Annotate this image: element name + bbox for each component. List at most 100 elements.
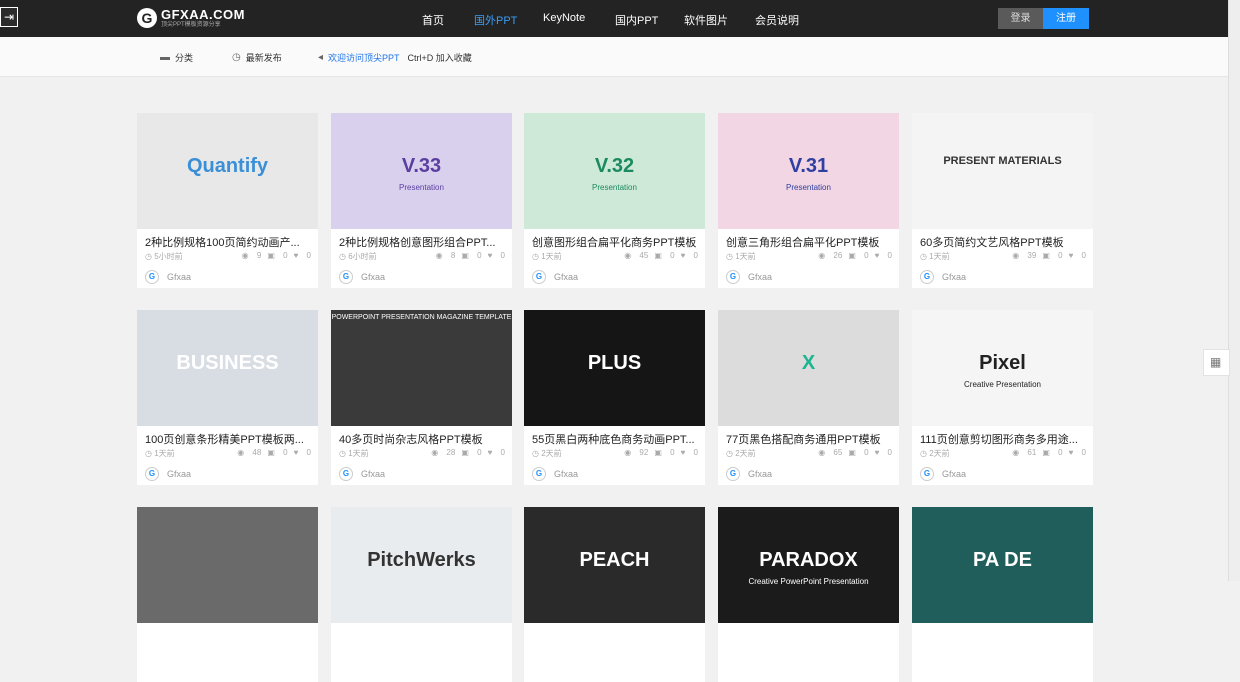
comment-icon: ▣ 0 <box>461 448 482 457</box>
thumbnail-title: V.32 <box>594 155 635 177</box>
eye-icon: ◉ 39 <box>1012 251 1037 260</box>
comment-icon: ▣ 0 <box>267 251 288 260</box>
template-thumbnail[interactable] <box>137 507 318 623</box>
card-author[interactable]: G Gfxaa <box>532 270 578 284</box>
card-author[interactable]: G Gfxaa <box>920 270 966 284</box>
logo-text: GFXAA.COM <box>161 7 245 22</box>
latest-label: 最新发布 <box>245 53 282 63</box>
bookmark-hint: Ctrl+D 加入收藏 <box>407 53 472 63</box>
template-card[interactable]: POWERPOINT PRESENTATION MAGAZINE TEMPLAT… <box>331 310 512 485</box>
card-author[interactable]: G Gfxaa <box>532 467 578 481</box>
card-title[interactable]: 60多页简约文艺风格PPT模板 <box>920 234 1088 250</box>
card-title[interactable]: 55页黑白两种底色商务动画PPT... <box>532 431 700 447</box>
template-card[interactable]: ◷ ◉ ▣ ♥ G <box>137 507 318 682</box>
thumbnail-title: PARADOX <box>759 549 858 571</box>
eye-icon: ◉ 9 <box>241 251 262 260</box>
register-button[interactable]: 注册 <box>1043 8 1089 29</box>
template-thumbnail[interactable]: Quantify <box>137 113 318 229</box>
scrollbar[interactable] <box>1228 0 1240 581</box>
eye-icon: ◉ 28 <box>431 448 456 457</box>
thumbnail-title: PitchWerks <box>367 549 476 571</box>
thumbnail-title: V.33 <box>401 155 442 177</box>
card-title[interactable]: 100页创意条形精美PPT模板两... <box>145 431 313 447</box>
card-author[interactable]: G Gfxaa <box>726 467 772 481</box>
card-author[interactable]: G Gfxaa <box>920 467 966 481</box>
template-thumbnail[interactable]: BUSINESS <box>137 310 318 426</box>
card-title[interactable]: 创意图形组合扁平化商务PPT模板 <box>532 234 700 250</box>
qr-code-icon[interactable]: ▦ <box>1203 349 1230 376</box>
top-navigation-bar: G GFXAA.COM 顶尖PPT模板资源分享 首页 国外PPT KeyNote… <box>0 0 1228 37</box>
card-author[interactable]: G Gfxaa <box>339 467 385 481</box>
latest-link[interactable]: ◷ 最新发布 <box>232 51 282 64</box>
thumbnail-title: PA DE <box>973 549 1032 571</box>
template-card[interactable]: PA DE◷ ◉ ▣ ♥ G <box>912 507 1093 682</box>
template-card[interactable]: V.32 Presentation 创意图形组合扁平化商务PPT模板 ◷ 1天前 ◉ 4… <box>524 113 705 288</box>
heart-icon: ♥ 0 <box>487 251 505 260</box>
card-title[interactable]: 创意三角形组合扁平化PPT模板 <box>726 234 894 250</box>
template-card[interactable]: PRESENT MATERIALS 60多页简约文艺风格PPT模板 ◷ 1天前 ◉ 3… <box>912 113 1093 288</box>
eye-icon: ◉ 92 <box>624 448 649 457</box>
template-thumbnail[interactable]: PEACH <box>524 507 705 623</box>
template-thumbnail[interactable]: PRESENT MATERIALS <box>912 113 1093 229</box>
card-author[interactable]: G Gfxaa <box>145 467 191 481</box>
template-card[interactable]: PARADOXCreative PowerPoint Presentation◷… <box>718 507 899 682</box>
thumbnail-subtitle: Presentation <box>592 183 637 192</box>
avatar: G <box>920 467 934 481</box>
avatar: G <box>920 270 934 284</box>
eye-icon: ◉ 48 <box>237 448 262 457</box>
eye-icon: ◉ 65 <box>818 448 843 457</box>
post-time: ◷ 2天前 <box>532 449 562 458</box>
template-card[interactable]: PEACH◷ ◉ ▣ ♥ G <box>524 507 705 682</box>
sidebar-toggle-icon[interactable]: ⇥ <box>0 7 18 27</box>
card-title[interactable]: 2种比例规格100页简约动画产... <box>145 234 313 250</box>
logo-subtitle: 顶尖PPT模板资源分享 <box>161 22 221 28</box>
template-thumbnail[interactable]: V.31 Presentation <box>718 113 899 229</box>
template-thumbnail[interactable]: PitchWerks <box>331 507 512 623</box>
nav-software-images[interactable]: 软件图片 <box>684 12 728 28</box>
heart-icon: ♥ 0 <box>293 251 311 260</box>
template-card[interactable]: Quantify 2种比例规格100页简约动画产... ◷ 5小时前 ◉ 9 ▣ 0 ♥ … <box>137 113 318 288</box>
thumbnail-title: Pixel <box>979 352 1026 374</box>
heart-icon: ♥ 0 <box>680 448 698 457</box>
template-thumbnail[interactable]: V.33 Presentation <box>331 113 512 229</box>
nav-foreign-ppt[interactable]: 国外PPT <box>474 12 517 28</box>
template-card[interactable]: PLUS 55页黑白两种底色商务动画PPT... ◷ 2天前 ◉ 92 ▣ 0 ♥ 0 GG… <box>524 310 705 485</box>
template-card[interactable]: PitchWerks◷ ◉ ▣ ♥ G <box>331 507 512 682</box>
template-thumbnail[interactable]: Pixel Creative Presentation <box>912 310 1093 426</box>
card-author[interactable]: G Gfxaa <box>145 270 191 284</box>
template-card[interactable]: V.31 Presentation 创意三角形组合扁平化PPT模板 ◷ 1天前 ◉ 26… <box>718 113 899 288</box>
card-author[interactable]: G Gfxaa <box>339 270 385 284</box>
card-title[interactable]: 40多页时尚杂志风格PPT模板 <box>339 431 507 447</box>
template-thumbnail[interactable]: PLUS <box>524 310 705 426</box>
post-time: ◷ 2天前 <box>726 449 756 458</box>
card-author[interactable]: G Gfxaa <box>726 270 772 284</box>
template-card[interactable]: Pixel Creative Presentation 111页创意剪切图形商务多用… <box>912 310 1093 485</box>
sub-toolbar: ▬ 分类 ◷ 最新发布 ◂ 欢迎访问顶尖PPT Ctrl+D 加入收藏 <box>0 37 1228 77</box>
nav-home[interactable]: 首页 <box>422 12 444 28</box>
template-thumbnail[interactable]: PARADOX Creative PowerPoint Presentation <box>718 507 899 623</box>
card-title[interactable]: 111页创意剪切图形商务多用途... <box>920 431 1088 447</box>
template-thumbnail[interactable]: POWERPOINT PRESENTATION MAGAZINE TEMPLAT… <box>331 310 512 426</box>
template-thumbnail[interactable]: X <box>718 310 899 426</box>
site-logo[interactable]: G GFXAA.COM 顶尖PPT模板资源分享 <box>137 6 245 30</box>
template-card[interactable]: BUSINESS 100页创意条形精美PPT模板两... ◷ 1天前 ◉ 48 ▣ 0 ♥… <box>137 310 318 485</box>
avatar: G <box>726 467 740 481</box>
template-card[interactable]: V.33 Presentation 2种比例规格创意图形组合PPT... ◷ 6小时前… <box>331 113 512 288</box>
template-card[interactable]: X 77页黑色搭配商务通用PPT模板 ◷ 2天前 ◉ 65 ▣ 0 ♥ 0 G Gfxaa <box>718 310 899 485</box>
card-title[interactable]: 2种比例规格创意图形组合PPT... <box>339 234 507 250</box>
nav-domestic-ppt[interactable]: 国内PPT <box>615 12 658 28</box>
template-thumbnail[interactable]: V.32 Presentation <box>524 113 705 229</box>
author-name: Gfxaa <box>361 272 386 282</box>
post-time: ◷ 1天前 <box>920 252 950 261</box>
nav-keynote[interactable]: KeyNote <box>543 12 585 24</box>
category-link[interactable]: ▬ 分类 <box>160 51 193 64</box>
template-thumbnail[interactable]: PA DE <box>912 507 1093 623</box>
announcement: ◂ 欢迎访问顶尖PPT Ctrl+D 加入收藏 <box>318 51 472 64</box>
thumbnail-title: PLUS <box>587 352 642 374</box>
eye-icon: ◉ 45 <box>624 251 649 260</box>
eye-icon: ◉ 26 <box>818 251 843 260</box>
card-title[interactable]: 77页黑色搭配商务通用PPT模板 <box>726 431 894 447</box>
nav-membership[interactable]: 会员说明 <box>755 12 799 28</box>
welcome-link[interactable]: 欢迎访问顶尖PPT <box>328 51 400 64</box>
login-button[interactable]: 登录 <box>998 8 1043 29</box>
